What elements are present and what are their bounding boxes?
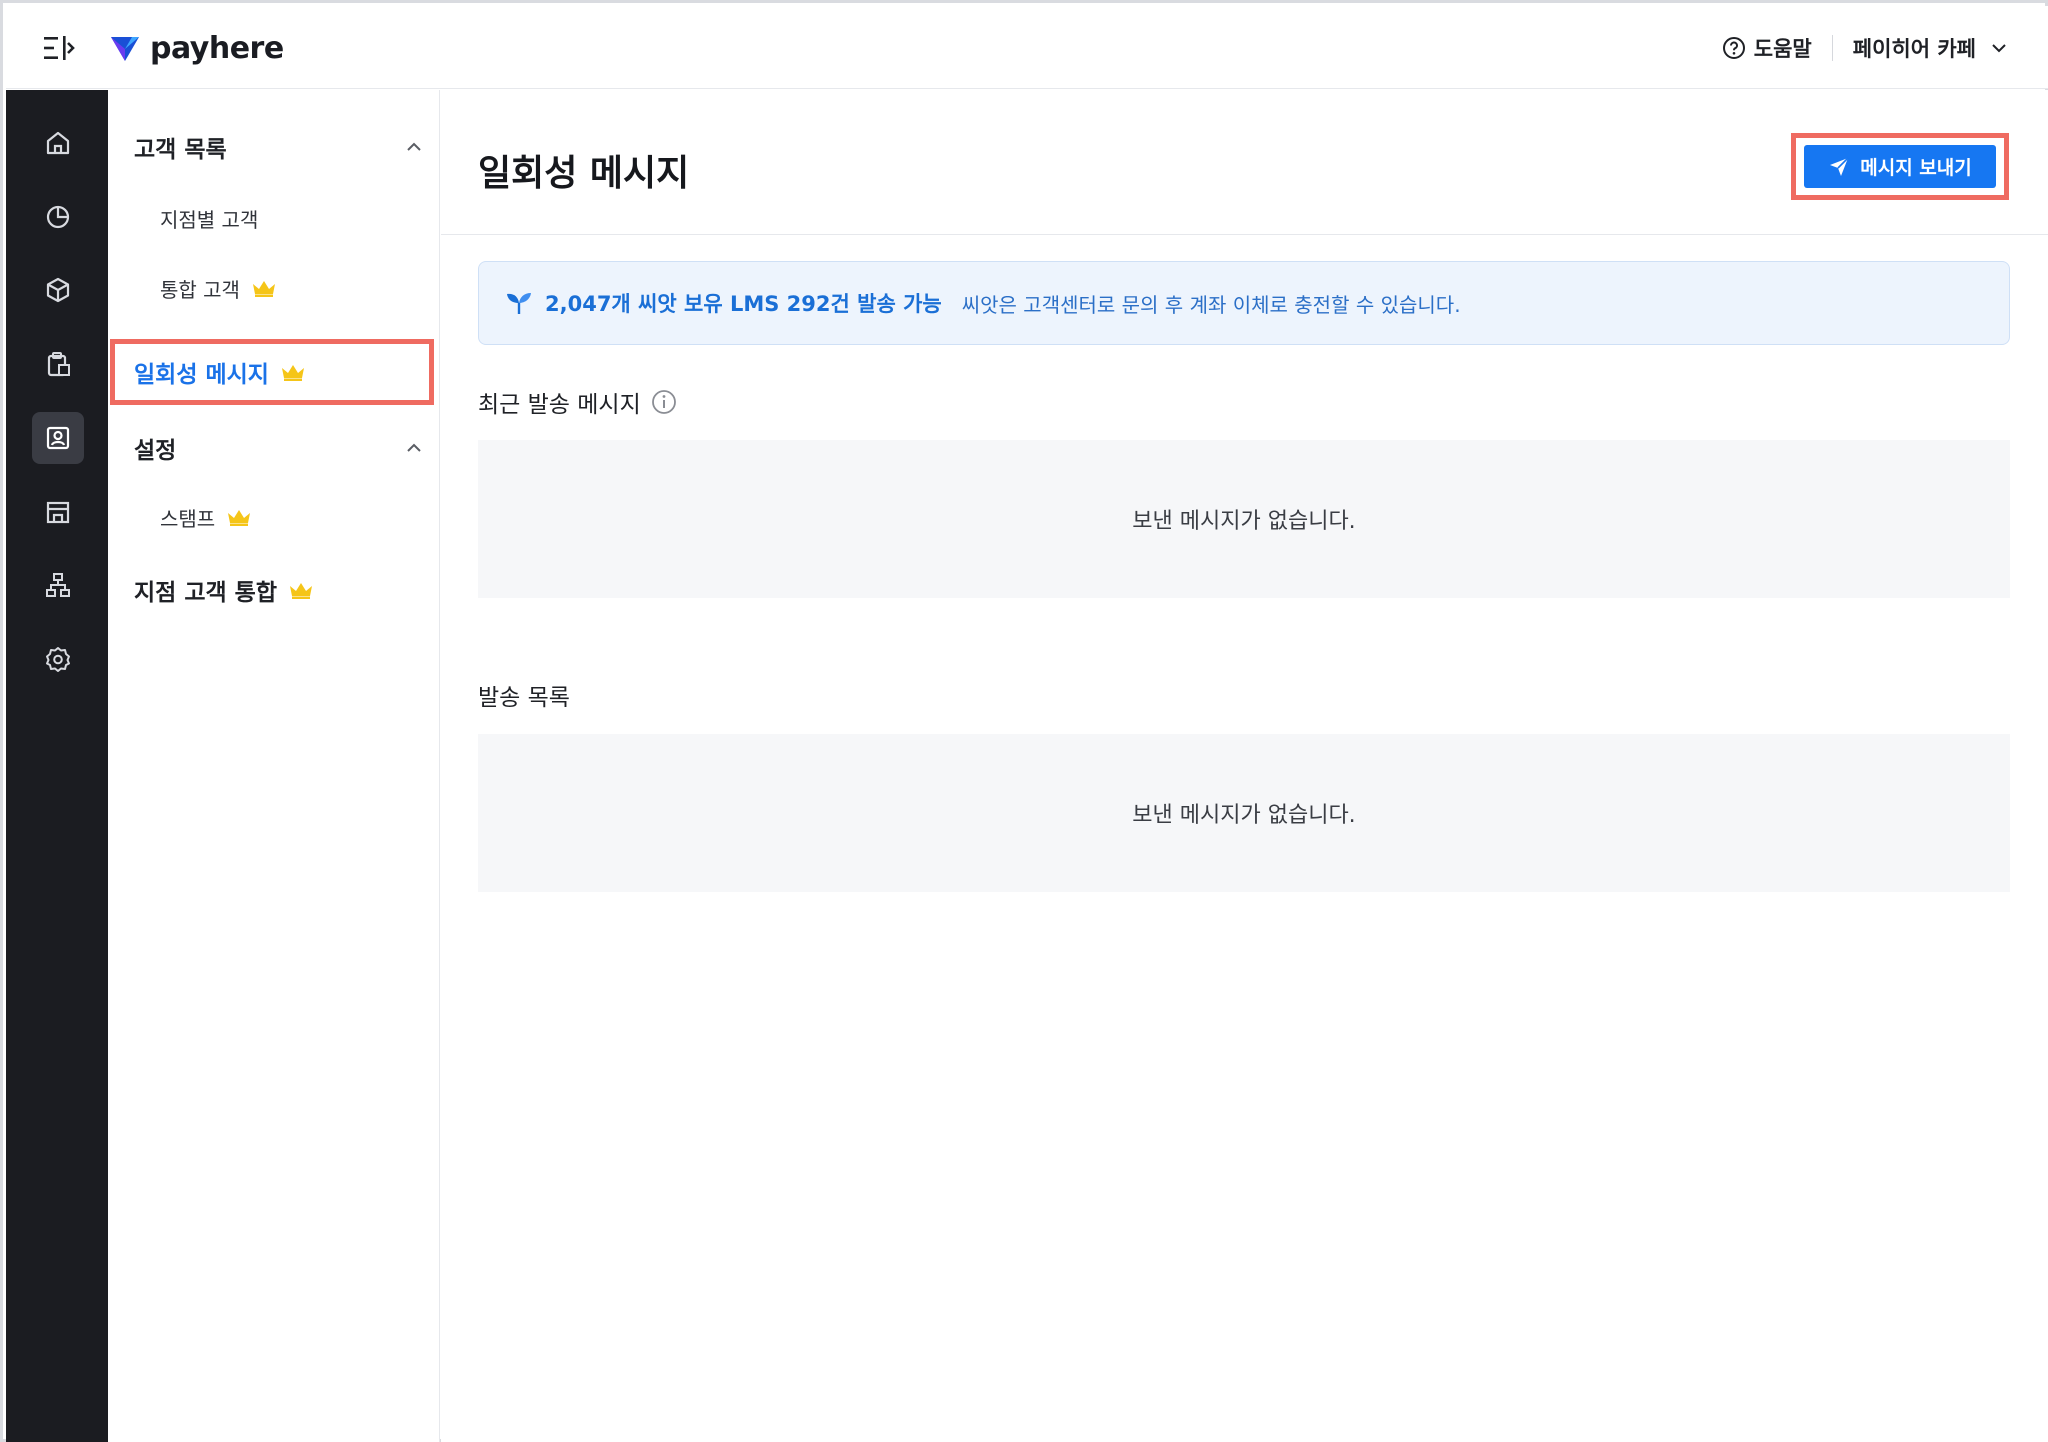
icon-rail: [6, 90, 108, 1442]
send-button-highlight: 메시지 보내기: [1791, 133, 2009, 200]
chevron-down-icon: [1992, 44, 2006, 53]
nav-label: 지점별 고객: [160, 207, 259, 232]
paper-plane-icon: [1830, 156, 1849, 176]
section-customer-list[interactable]: 고객 목록: [134, 127, 424, 167]
send-button-label: 메시지 보내기: [1860, 157, 1972, 179]
chevron-up-icon: [407, 142, 421, 151]
section-settings[interactable]: 설정: [134, 428, 424, 468]
store-icon: [46, 501, 70, 524]
chevron-up-icon: [407, 443, 421, 452]
store-name: 페이히어 카페: [1852, 37, 1976, 61]
crown-icon: [289, 583, 312, 599]
section-title: 설정: [134, 438, 177, 464]
menu-toggle-icon[interactable]: [42, 34, 76, 62]
info-icon[interactable]: [651, 389, 677, 415]
rail-analytics[interactable]: [32, 191, 84, 243]
section-title: 고객 목록: [134, 137, 227, 163]
crown-icon: [252, 281, 275, 297]
header-divider: [1831, 35, 1833, 61]
rail-customers[interactable]: [32, 412, 84, 464]
nav-stamp[interactable]: 스탬프: [160, 499, 251, 535]
empty-state-text: 보낸 메시지가 없습니다.: [1132, 509, 1356, 534]
seed-charge-info: 씨앗은 고객센터로 문의 후 계좌 이체로 충전할 수 있습니다.: [961, 292, 1461, 317]
rail-products[interactable]: [32, 264, 84, 316]
crown-icon: [228, 510, 251, 526]
page-title: 일회성 메시지: [478, 153, 690, 194]
help-link[interactable]: 도움말: [1722, 33, 1812, 63]
nav-label: 통합 고객: [160, 277, 240, 302]
rail-store[interactable]: [32, 486, 84, 538]
payhere-logo-icon: [111, 37, 139, 61]
rail-inventory[interactable]: [32, 338, 84, 390]
section-heading-text: 발송 목록: [478, 685, 570, 711]
gear-icon: [46, 647, 70, 672]
rail-organization[interactable]: [32, 559, 84, 611]
sprout-icon: [507, 293, 531, 314]
clipboard-icon: [47, 352, 70, 377]
nav-label: 일회성 메시지: [134, 362, 269, 388]
nav-one-time-message[interactable]: 일회성 메시지: [110, 339, 434, 405]
pie-chart-icon: [46, 205, 70, 229]
store-selector[interactable]: 페이히어 카페: [1853, 33, 2008, 63]
logo-text: payhere: [150, 30, 284, 66]
recent-messages-heading: 최근 발송 메시지: [478, 384, 677, 420]
top-header: payhere 도움말 페이히어 카페: [6, 6, 2048, 89]
nav-label: 스탬프: [160, 506, 216, 531]
seed-balance-text: 2,047개 씨앗 보유 LMS 292건 발송 가능: [545, 292, 942, 316]
main-content: 일회성 메시지 메시지 보내기 2,047개 씨앗 보유 LMS 292건 발송…: [441, 90, 2048, 1442]
send-message-button[interactable]: 메시지 보내기: [1804, 145, 1996, 188]
app-frame: payhere 도움말 페이히어 카페 고객 목록 지점별 고객 통합 고객 일…: [0, 0, 2048, 1442]
box-icon: [46, 277, 70, 303]
nav-branch-customer-merge[interactable]: 지점 고객 통합: [134, 570, 313, 610]
header-actions: 도움말 페이히어 카페: [1722, 30, 2008, 66]
section-heading-text: 최근 발송 메시지: [478, 392, 641, 418]
nav-label: 지점 고객 통합: [134, 580, 277, 606]
rail-home[interactable]: [32, 117, 84, 169]
send-list-empty: 보낸 메시지가 없습니다.: [478, 734, 2010, 892]
seed-balance-notice: 2,047개 씨앗 보유 LMS 292건 발송 가능 씨앗은 고객센터로 문의…: [478, 261, 2010, 345]
payhere-logo[interactable]: payhere: [110, 30, 284, 66]
customer-card-icon: [46, 426, 70, 450]
customer-subnav: 고객 목록 지점별 고객 통합 고객 일회성 메시지 설정 스탬프 지점 고객 …: [108, 90, 440, 1442]
help-circle-icon: [1722, 37, 1745, 59]
empty-state-text: 보낸 메시지가 없습니다.: [1132, 803, 1356, 828]
nav-integrated-customers[interactable]: 통합 고객: [160, 270, 276, 306]
rail-settings[interactable]: [32, 633, 84, 685]
org-chart-icon: [46, 573, 70, 597]
recent-messages-empty: 보낸 메시지가 없습니다.: [478, 440, 2010, 598]
crown-icon: [281, 365, 304, 381]
help-label: 도움말: [1753, 37, 1812, 61]
home-icon: [46, 131, 70, 155]
page-header: 일회성 메시지 메시지 보내기: [441, 90, 2048, 235]
nav-branch-customers[interactable]: 지점별 고객: [160, 200, 258, 236]
send-list-heading: 발송 목록: [478, 677, 570, 713]
